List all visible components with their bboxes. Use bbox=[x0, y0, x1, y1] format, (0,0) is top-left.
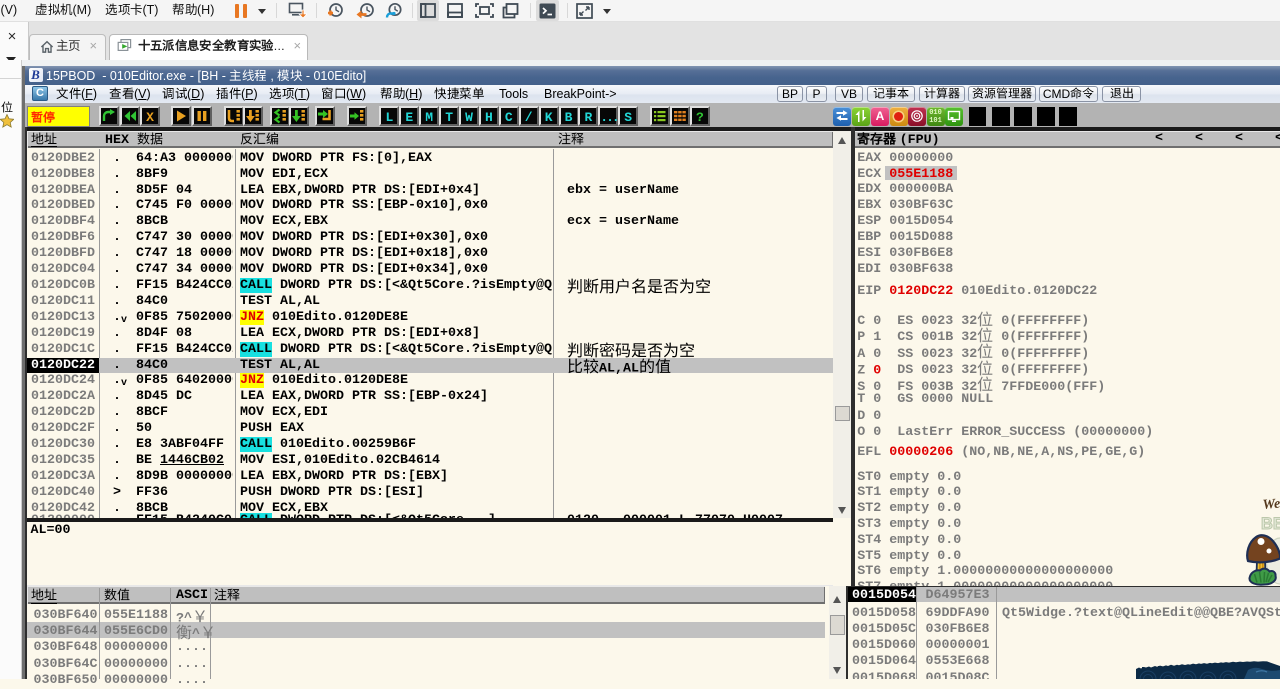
svg-text:We: We bbox=[1262, 497, 1280, 513]
svg-text:BE: BE bbox=[1261, 515, 1280, 533]
